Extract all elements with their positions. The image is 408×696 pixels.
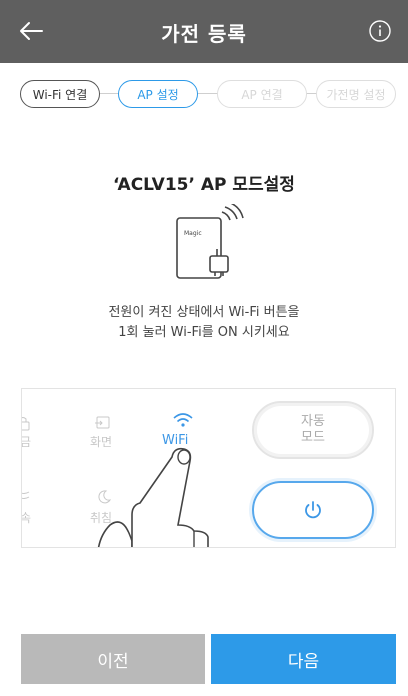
power-icon: [305, 501, 321, 519]
air-purifier-illustration: Magic: [176, 204, 244, 279]
power-button: [252, 481, 374, 539]
page-title: 가전 등록: [161, 22, 247, 46]
info-circle-icon[interactable]: [369, 20, 391, 42]
step-indicator: Wi-Fi 연결 AP 설정 AP 연결 가전명 설정: [20, 80, 396, 108]
pointing-hand-icon: [97, 447, 209, 547]
next-button[interactable]: 다음: [211, 634, 396, 684]
wifi-icon: [173, 413, 193, 427]
lock-icon: [22, 417, 30, 431]
step-ap-connect: AP 연결: [217, 80, 307, 108]
step-ap-setup: AP 설정: [118, 80, 198, 108]
screen-icon: [95, 416, 110, 429]
step-wifi-connect: Wi-Fi 연결: [20, 80, 100, 108]
device-brand-text: Magic: [184, 230, 202, 237]
panel-left-bottom-label: 속: [21, 511, 32, 525]
auto-mode-button: 자동 모드: [252, 401, 374, 459]
fan-speed-icon: [22, 491, 30, 499]
step-device-name: 가전명 설정: [316, 80, 396, 108]
previous-button[interactable]: 이전: [21, 634, 205, 684]
instruction-text: 전원이 켜진 상태에서 Wi-Fi 버튼을 1회 눌러 Wi-Fi를 ON 시키…: [108, 305, 300, 340]
app-header: 가전 등록: [0, 0, 408, 63]
ap-mode-title: ‘ACLV15’ AP 모드설정: [113, 175, 295, 195]
panel-left-top-label: 금: [21, 435, 32, 449]
control-panel-illustration: 금 화면 WiFi 속 취침 자동 모드: [21, 388, 396, 548]
